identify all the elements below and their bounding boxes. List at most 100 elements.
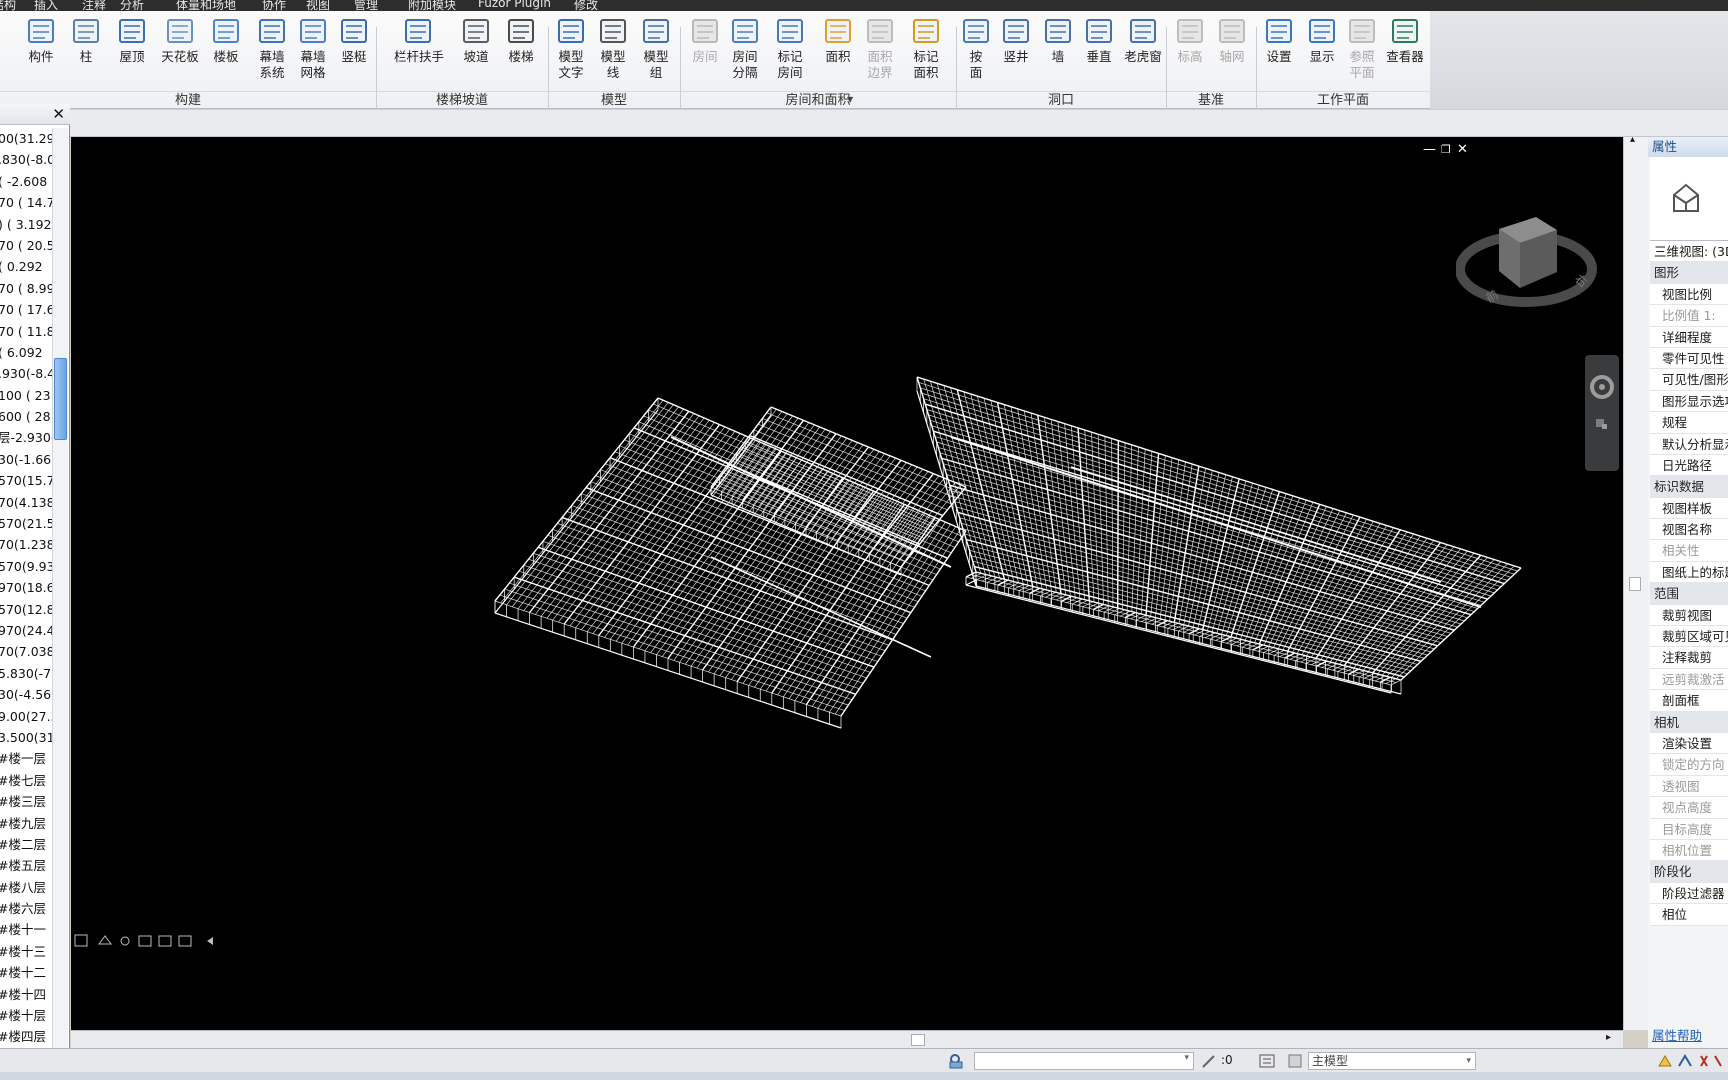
browser-item[interactable]: #楼九层: [0, 813, 52, 834]
property-row[interactable]: 视图名称: [1650, 519, 1728, 541]
3d-view-canvas[interactable]: — ❐ ✕ 前 右: [71, 137, 1623, 1030]
horizontal-scrollbar[interactable]: ▸: [71, 1030, 1623, 1048]
property-row[interactable]: 目标高度: [1650, 818, 1728, 840]
ribbon-button-dormer[interactable]: 老虎窗: [1119, 15, 1167, 65]
property-row[interactable]: 裁剪区域可见: [1650, 626, 1728, 648]
type-selector[interactable]: [1650, 157, 1728, 241]
menu-tab-9[interactable]: Fuzor Plugin: [478, 0, 551, 10]
property-row[interactable]: 视点高度: [1650, 797, 1728, 819]
ribbon-button-area[interactable]: 面积: [814, 15, 862, 65]
scroll-up-arrow-icon[interactable]: ▴: [1630, 134, 1635, 145]
menu-tab-0[interactable]: 结构: [0, 0, 16, 11]
property-row[interactable]: 相机位置: [1650, 839, 1728, 862]
ribbon-button-area-boundary[interactable]: 面积 边界: [856, 15, 904, 81]
ribbon-button-shaft[interactable]: 竖井: [992, 15, 1040, 65]
browser-item[interactable]: #楼四层: [0, 1026, 52, 1047]
browser-item[interactable]: #楼十四: [0, 984, 52, 1005]
browser-item[interactable]: 970(24.4: [0, 620, 52, 641]
property-row[interactable]: 零件可见性: [1650, 347, 1728, 370]
editable-only-icon[interactable]: [1200, 1052, 1218, 1070]
ribbon-button-tag-area[interactable]: 标记 面积: [902, 15, 950, 81]
close-icon[interactable]: ✕: [52, 105, 65, 123]
property-row[interactable]: 视图比例: [1650, 283, 1728, 306]
scrollbar-thumb[interactable]: [54, 358, 67, 440]
browser-item[interactable]: ( -2.608: [0, 171, 52, 192]
browser-item[interactable]: 600 ( 28: [0, 406, 52, 427]
design-option-dropdown[interactable]: 主模型 ▾: [1308, 1052, 1476, 1070]
group-dropdown-icon[interactable]: ▼: [847, 95, 853, 104]
browser-item[interactable]: 70 ( 14.7: [0, 192, 52, 213]
vscroll-thumb[interactable]: [1629, 577, 1641, 591]
property-category[interactable]: 阶段化: [1650, 861, 1728, 883]
ribbon-button-railing[interactable]: 栏杆扶手: [394, 15, 444, 65]
browser-item[interactable]: 70(4.138: [0, 492, 52, 513]
ribbon-button-floor[interactable]: 楼板: [202, 15, 250, 65]
ribbon-button-roof[interactable]: 屋顶: [108, 15, 156, 65]
ribbon-button-ramp[interactable]: 坡道: [452, 15, 500, 65]
hscroll-thumb[interactable]: [911, 1034, 925, 1046]
browser-item[interactable]: 100 ( 23: [0, 385, 52, 406]
browser-item[interactable]: #楼二层: [0, 834, 52, 855]
browser-item[interactable]: 70 ( 8.99: [0, 278, 52, 299]
ribbon-button-ref-plane[interactable]: 参照 平面: [1338, 15, 1386, 81]
menu-tab-5[interactable]: 协作: [262, 0, 286, 11]
browser-item[interactable]: #楼七层: [0, 770, 52, 791]
property-row[interactable]: 图纸上的标题: [1650, 561, 1728, 584]
browser-item[interactable]: .930(-8.4: [0, 363, 52, 384]
browser-item[interactable]: #楼一层: [0, 748, 52, 769]
worksets-icon[interactable]: [946, 1052, 968, 1070]
browser-item[interactable]: 70 ( 11.8: [0, 321, 52, 342]
steering-wheel-icon[interactable]: [1585, 355, 1619, 471]
ribbon-button-level[interactable]: 标高: [1166, 15, 1214, 65]
ribbon-button-room-separator[interactable]: 房间 分隔: [721, 15, 769, 81]
browser-item[interactable]: ( 6.092: [0, 342, 52, 363]
browser-item[interactable]: #楼三层: [0, 791, 52, 812]
browser-item[interactable]: #楼十一: [0, 919, 52, 940]
property-row[interactable]: 裁剪视图: [1650, 604, 1728, 627]
browser-item[interactable]: 570(21.5: [0, 513, 52, 534]
browser-item[interactable]: #楼十二: [0, 962, 52, 983]
menu-tab-3[interactable]: 分析: [120, 0, 144, 11]
vertical-scrollbar[interactable]: ▴: [1623, 134, 1648, 1030]
property-row[interactable]: 锁定的方向: [1650, 754, 1728, 776]
browser-item[interactable]: 970(18.6: [0, 577, 52, 598]
browser-item[interactable]: 570(15.7: [0, 470, 52, 491]
menu-tab-6[interactable]: 视图: [306, 0, 330, 11]
property-row[interactable]: 相关性: [1650, 540, 1728, 562]
ribbon-button-model-group[interactable]: 模型 组: [632, 15, 680, 81]
scroll-right-arrow-icon[interactable]: ▸: [1606, 1032, 1611, 1043]
menu-tab-10[interactable]: 修改: [574, 0, 598, 11]
property-row[interactable]: 注释裁剪: [1650, 647, 1728, 669]
browser-item[interactable]: #楼八层: [0, 877, 52, 898]
property-row[interactable]: 剖面框: [1650, 690, 1728, 712]
browser-item[interactable]: #楼六层: [0, 898, 52, 919]
ribbon-button-mullion[interactable]: 竖梃: [330, 15, 378, 65]
menu-tab-8[interactable]: 附加模块: [408, 0, 456, 11]
ribbon-button-viewer[interactable]: 查看器: [1381, 15, 1429, 65]
menu-tab-2[interactable]: 注释: [82, 0, 106, 11]
browser-item[interactable]: 3.500(31: [0, 727, 52, 748]
type-name[interactable]: 三维视图: (3D: [1650, 241, 1728, 263]
browser-item[interactable]: #楼十层: [0, 1005, 52, 1026]
property-category[interactable]: 相机: [1650, 711, 1728, 733]
property-row[interactable]: 视图样板: [1650, 497, 1728, 520]
browser-item[interactable]: 30(-1.66: [0, 449, 52, 470]
building-wireframe[interactable]: [71, 137, 1623, 1030]
property-row[interactable]: 比例值 1:: [1650, 305, 1728, 327]
ribbon-button-model-line[interactable]: 模型 线: [589, 15, 637, 81]
browser-item[interactable]: 9.00(27.3: [0, 706, 52, 727]
ribbon-button-grid[interactable]: 轴网: [1208, 15, 1256, 65]
ribbon-button-ceiling[interactable]: 天花板: [156, 15, 204, 65]
property-row[interactable]: 详细程度: [1650, 326, 1728, 348]
property-row[interactable]: 可见性/图形: [1650, 369, 1728, 391]
property-category[interactable]: 图形: [1650, 262, 1728, 284]
property-row[interactable]: 相位: [1650, 904, 1728, 926]
property-row[interactable]: 渲染设置: [1650, 732, 1728, 755]
browser-item[interactable]: 70(7.038: [0, 641, 52, 662]
browser-item[interactable]: 00(31.29: [0, 128, 52, 149]
property-row[interactable]: 图形显示选项: [1650, 390, 1728, 413]
property-row[interactable]: 透视图: [1650, 775, 1728, 798]
property-row[interactable]: 阶段过滤器: [1650, 882, 1728, 905]
browser-item[interactable]: 70 ( 17.6: [0, 299, 52, 320]
browser-item[interactable]: 70 ( 20.5: [0, 235, 52, 256]
